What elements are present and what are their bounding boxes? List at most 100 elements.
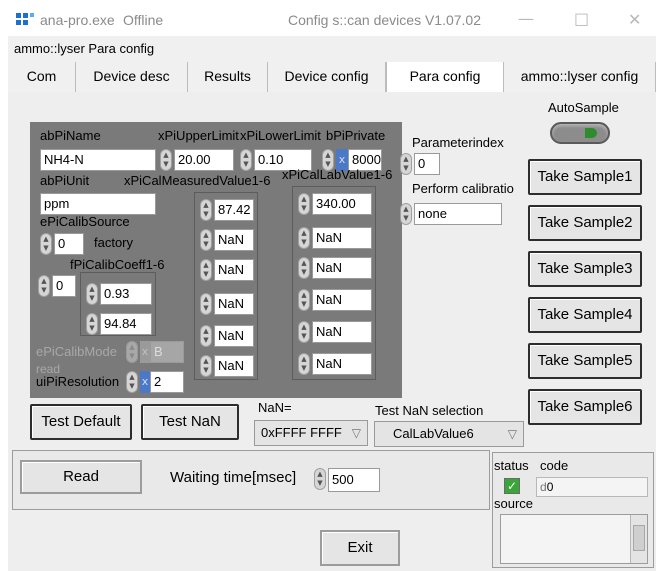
lab-spinner-2[interactable]: ▲ ▼ xyxy=(298,227,310,249)
nan-eq-label: NaN= xyxy=(258,400,292,415)
lab-spinner-4[interactable]: ▲ ▼ xyxy=(298,289,310,311)
waiting-time-label: Waiting time[msec] xyxy=(170,469,297,486)
take-sample-4-button[interactable]: Take Sample4 xyxy=(528,297,642,333)
coeff-spinner-2[interactable]: ▲ ▼ xyxy=(86,313,98,335)
parameterindex-spinner[interactable]: ▲ ▼ xyxy=(400,153,412,175)
measured-value-4[interactable]: NaN xyxy=(214,293,254,315)
take-sample-1-button[interactable]: Take Sample1 xyxy=(528,159,642,195)
xpilowerlimit-label: xPiLowerLimit xyxy=(240,128,321,143)
status-checkbox[interactable]: ✓ xyxy=(504,478,520,494)
measured-spinner-2[interactable]: ▲ ▼ xyxy=(200,229,212,251)
test-nan-selection-label: Test NaN selection xyxy=(375,403,484,418)
xpiupperlimit-spinner[interactable]: ▲ ▼ xyxy=(160,149,172,171)
coeff-input-1[interactable]: 0.93 xyxy=(100,283,152,305)
tab-results[interactable]: Results xyxy=(188,62,268,92)
take-sample-6-button[interactable]: Take Sample6 xyxy=(528,389,642,425)
measured-value-5[interactable]: NaN xyxy=(214,325,254,347)
measured-spinner-3[interactable]: ▲ ▼ xyxy=(200,259,212,281)
scrollbar-thumb[interactable] xyxy=(633,525,645,551)
tab-para-config[interactable]: Para config xyxy=(386,62,504,93)
tab-ammo-lyser-config[interactable]: ammo::lyser config xyxy=(504,62,656,92)
epicalibsource-input[interactable]: 0 xyxy=(54,233,84,255)
fpicalibcoeff-index-spinner[interactable]: ▲ ▼ xyxy=(38,275,50,297)
measured-spinner-4[interactable]: ▲ ▼ xyxy=(200,293,212,315)
abpiunit-label: abPiUnit xyxy=(40,173,90,188)
nan-value-text: 0xFFFF FFFF xyxy=(261,425,342,440)
exit-button[interactable]: Exit xyxy=(320,530,400,566)
nan-value-select[interactable]: 0xFFFF FFFF ▽ xyxy=(254,420,368,446)
xpiupperlimit-label: xPiUpperLimit xyxy=(158,128,239,143)
abpiname-input[interactable]: NH4-N xyxy=(40,149,156,171)
title-bar: ana-pro.exe Offline Config s::can device… xyxy=(8,6,656,36)
parameterindex-label: Parameterindex xyxy=(412,135,504,150)
measured-value-3[interactable]: NaN xyxy=(214,259,254,281)
test-nan-selection-select[interactable]: CalLabValue6 ▽ xyxy=(374,421,524,447)
xpiupperlimit-input[interactable]: 20.00 xyxy=(174,149,234,171)
epicalibmode-input: B xyxy=(150,341,184,363)
close-button[interactable]: ✕ xyxy=(628,10,641,29)
coeff-input-2[interactable]: 94.84 xyxy=(100,313,152,335)
lab-spinner-5[interactable]: ▲ ▼ xyxy=(298,321,310,343)
code-prefix: d xyxy=(540,480,547,494)
code-label: code xyxy=(540,458,569,473)
lab-spinner-1[interactable]: ▲ ▼ xyxy=(298,193,310,215)
epicalibmode-spinner: ▲ ▼ xyxy=(126,341,138,363)
epicalibmode-hex-prefix: x xyxy=(140,341,150,363)
lab-values-array xyxy=(292,186,376,380)
epicalibmode-label: ePiCalibMode xyxy=(36,344,117,359)
measured-value-2[interactable]: NaN xyxy=(214,229,254,251)
abpiname-label: abPiName xyxy=(40,128,101,143)
uipiresolution-hex-prefix: x xyxy=(140,371,150,393)
source-label: source xyxy=(494,496,534,511)
parameterindex-input[interactable]: 0 xyxy=(414,153,440,175)
measured-value-6[interactable]: NaN xyxy=(214,355,254,377)
lab-spinner-6[interactable]: ▲ ▼ xyxy=(298,353,310,375)
chevron-down-icon: ▽ xyxy=(351,426,361,440)
test-nan-selection-text: CalLabValue6 xyxy=(393,426,474,441)
take-sample-2-button[interactable]: Take Sample2 xyxy=(528,205,642,241)
lab-value-1[interactable]: 340.00 xyxy=(312,193,372,215)
tab-com[interactable]: Com xyxy=(8,62,76,92)
take-sample-5-button[interactable]: Take Sample5 xyxy=(528,343,642,379)
read-button[interactable]: Read xyxy=(20,460,142,494)
uipiresolution-input[interactable]: 2 xyxy=(150,371,184,393)
xpicallab-label: xPiCalLabValue1-6 xyxy=(282,167,393,182)
xpilowerlimit-spinner[interactable]: ▲ ▼ xyxy=(240,149,252,171)
measured-spinner-6[interactable]: ▲ ▼ xyxy=(200,355,212,377)
epicalibsource-spinner[interactable]: ▲ ▼ xyxy=(40,233,52,255)
lab-value-6[interactable]: NaN xyxy=(312,353,372,375)
tab-device-config[interactable]: Device config xyxy=(268,62,386,92)
lab-value-3[interactable]: NaN xyxy=(312,257,372,279)
tab-device-desc[interactable]: Device desc xyxy=(76,62,188,92)
lab-value-4[interactable]: NaN xyxy=(312,289,372,311)
uipiresolution-spinner[interactable]: ▲ ▼ xyxy=(126,371,138,393)
perform-calibration-input[interactable]: none xyxy=(414,203,502,225)
xpicalmeasured-label: xPiCalMeasuredValue1-6 xyxy=(124,173,271,188)
menu-bar: ammo::lyser Para config xyxy=(8,36,656,62)
waiting-time-input[interactable]: 500 xyxy=(328,468,380,492)
app-name: ana-pro.exe xyxy=(40,12,115,28)
source-textbox[interactable] xyxy=(500,514,648,564)
measured-spinner-1[interactable]: ▲ ▼ xyxy=(200,199,212,221)
perform-calibration-spinner[interactable]: ▲ ▼ xyxy=(400,203,412,225)
waiting-time-spinner[interactable]: ▲ ▼ xyxy=(314,468,326,490)
autosample-toggle[interactable] xyxy=(550,122,610,144)
measured-value-1[interactable]: 87.42 xyxy=(214,199,254,221)
menu-title: ammo::lyser Para config xyxy=(14,41,155,56)
fpicalibcoeff-index-input[interactable]: 0 xyxy=(52,275,76,297)
epicalibsource-text: factory xyxy=(94,235,134,250)
abpiunit-input[interactable]: ppm xyxy=(40,193,156,215)
lab-spinner-3[interactable]: ▲ ▼ xyxy=(298,257,310,279)
test-nan-button[interactable]: Test NaN xyxy=(141,404,239,440)
source-scrollbar[interactable] xyxy=(630,515,647,563)
lab-value-2[interactable]: NaN xyxy=(312,227,372,249)
minimize-button[interactable]: — xyxy=(518,9,534,28)
code-field: d0 xyxy=(536,477,648,497)
coeff-spinner-1[interactable]: ▲ ▼ xyxy=(86,283,98,305)
test-default-button[interactable]: Test Default xyxy=(30,404,132,440)
lab-value-5[interactable]: NaN xyxy=(312,321,372,343)
perform-calibration-label: Perform calibratio xyxy=(412,181,514,196)
maximize-button[interactable]: □ xyxy=(574,9,589,28)
measured-spinner-5[interactable]: ▲ ▼ xyxy=(200,325,212,347)
take-sample-3-button[interactable]: Take Sample3 xyxy=(528,251,642,287)
